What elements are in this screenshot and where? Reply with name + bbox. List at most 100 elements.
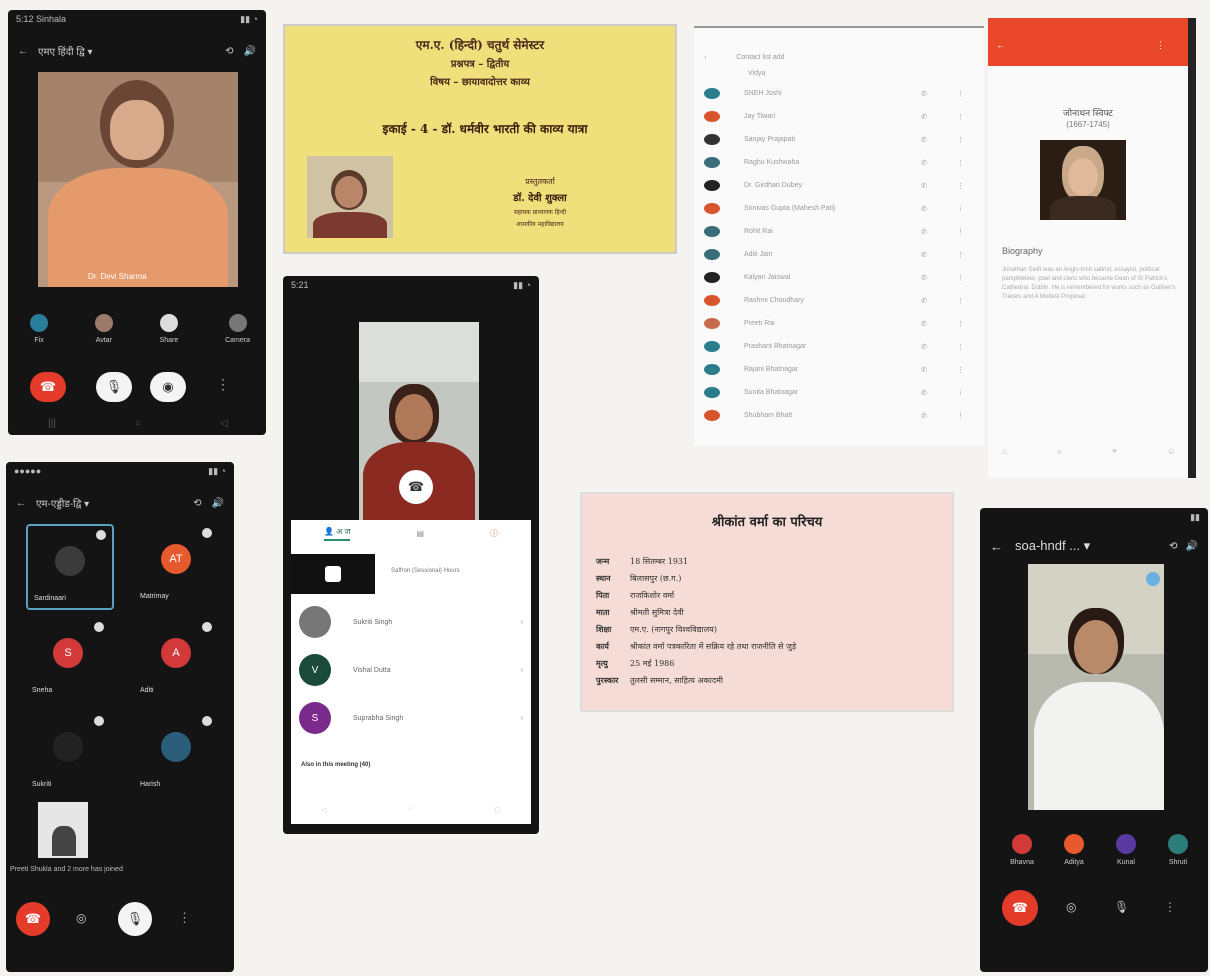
more-icon[interactable]: ⋮ [957, 136, 964, 144]
video-toggle-icon[interactable]: ◎ [1066, 900, 1076, 914]
video-toggle-button[interactable]: ◉ [150, 372, 186, 402]
switch-camera-icon[interactable]: ⟲ [1169, 541, 1177, 552]
contact-row[interactable]: Raghu Kushwaha ✆ ⋮ [704, 157, 964, 168]
contact-row[interactable]: Preeti Rai ✆ ⋮ [704, 318, 964, 329]
contact-row[interactable]: Kalyan Jaiswal ✆ ⋮ [704, 272, 964, 283]
back-arrow-icon[interactable]: ← [16, 498, 26, 509]
gallery-tile[interactable]: Harish [134, 712, 218, 794]
tab-info-icon[interactable]: ⓘ [490, 528, 498, 539]
more-icon[interactable]: ⋮ [957, 412, 964, 420]
more-options-icon[interactable]: ⋮ [178, 910, 191, 926]
nav-back-icon[interactable]: ◁ [321, 806, 326, 814]
more-icon[interactable]: ⋮ [957, 205, 964, 213]
contact-row[interactable]: Rajani Bhatnagar ✆ ⋮ [704, 364, 964, 375]
nav-recent-icon[interactable]: ▢ [494, 806, 501, 814]
nav-search-icon[interactable]: ⌕ [1057, 446, 1062, 457]
pin-icon[interactable] [1146, 572, 1160, 586]
call-icon[interactable]: ✆ [921, 412, 927, 420]
more-icon[interactable]: ⋮ [957, 274, 964, 282]
call-icon[interactable]: ✆ [921, 182, 927, 190]
contact-row[interactable]: Shubham Bhatt ✆ ⋮ [704, 410, 964, 421]
more-icon[interactable]: ⋮ [957, 90, 964, 98]
tray-item[interactable]: Aditya [1052, 834, 1096, 866]
call-icon[interactable]: ✆ [921, 251, 927, 259]
tray-item[interactable]: Share [160, 314, 178, 348]
switch-camera-icon[interactable]: ⟲ [193, 498, 201, 509]
more-icon[interactable]: ⋮ [957, 182, 964, 190]
more-options-icon[interactable]: ⋮ [216, 376, 230, 393]
call-icon[interactable]: ✆ [921, 113, 927, 121]
tray-item[interactable]: Shruti [1156, 834, 1200, 866]
mute-button[interactable]: 🎙 [96, 372, 132, 402]
speaker-icon[interactable]: 🔊 [212, 498, 224, 509]
contact-row[interactable]: Sunita Bhatnagar ✆ ⋮ [704, 387, 964, 398]
back-arrow-icon[interactable]: ← [990, 539, 1003, 554]
more-icon[interactable]: ⋮ [957, 320, 964, 328]
mute-button[interactable]: 🎙 [118, 902, 152, 936]
gallery-tile[interactable]: Sardinaari [26, 524, 114, 610]
more-icon[interactable]: ⋮ [957, 343, 964, 351]
participant-row[interactable]: Sukriti Singh › [299, 602, 523, 642]
nav-bookmark-icon[interactable]: ⌖ [1112, 446, 1117, 457]
back-arrow-icon[interactable]: ← [996, 40, 1005, 50]
nav-home-icon[interactable]: ○ [408, 806, 412, 814]
switch-camera-icon[interactable]: ⟲ [225, 46, 233, 57]
call-icon[interactable]: ✆ [921, 320, 927, 328]
nav-back-icon[interactable]: ◁ [220, 418, 228, 429]
end-call-button[interactable]: ☎ [16, 902, 50, 936]
speaker-icon[interactable]: 🔊 [1186, 541, 1198, 552]
contact-row[interactable]: Aditi Jain ✆ ⋮ [704, 249, 964, 260]
more-icon[interactable]: ⋮ [957, 297, 964, 305]
nav-profile-icon[interactable]: ☺ [1167, 446, 1176, 457]
contact-row[interactable]: Sanjay Prajapati ✆ ⋮ [704, 134, 964, 145]
more-options-icon[interactable]: ⋮ [1164, 900, 1176, 914]
back-arrow-icon[interactable]: › [704, 54, 706, 61]
tray-item[interactable]: Bhavna [1000, 834, 1044, 866]
back-arrow-icon[interactable]: ← [18, 46, 28, 57]
call-icon[interactable]: ✆ [921, 389, 927, 397]
chevron-right-icon[interactable]: › [521, 619, 523, 626]
call-icon[interactable]: ✆ [921, 366, 927, 374]
call-icon[interactable]: ✆ [921, 343, 927, 351]
call-icon[interactable]: ✆ [921, 205, 927, 213]
video-toggle-icon[interactable]: ◎ [76, 911, 86, 925]
more-icon[interactable]: ⋮ [957, 366, 964, 374]
tray-item[interactable]: Avtar [94, 314, 113, 348]
tab-people[interactable]: 👤 अ ज [323, 526, 351, 541]
share-icon[interactable]: ⋮ [1156, 40, 1165, 51]
tray-item[interactable]: Kunal [1104, 834, 1148, 866]
contact-row[interactable]: Dr. Girdhari Dubey ✆ ⋮ [704, 180, 964, 191]
call-icon[interactable]: ✆ [921, 136, 927, 144]
call-icon[interactable]: ✆ [921, 228, 927, 236]
tab-chat-icon[interactable]: ▤ [416, 529, 424, 538]
nav-home-icon[interactable]: ○ [135, 418, 141, 429]
participant-row[interactable]: S Suprabha Singh › [299, 698, 523, 738]
contact-row[interactable]: Rohit Rai ✆ ⋮ [704, 226, 964, 237]
tray-item[interactable]: Fix [30, 314, 48, 348]
call-icon[interactable]: ✆ [921, 297, 927, 305]
speaker-icon[interactable]: 🔊 [244, 46, 256, 57]
meeting-title[interactable]: soa-hndf ... ▾ [1015, 538, 1169, 554]
meeting-title[interactable]: एमए हिंदी द्वि ▾ [38, 44, 225, 58]
chevron-right-icon[interactable]: › [521, 667, 523, 674]
call-icon[interactable]: ✆ [921, 274, 927, 282]
more-icon[interactable]: ⋮ [957, 113, 964, 121]
end-call-button[interactable]: ☎ [30, 372, 66, 402]
call-icon[interactable]: ✆ [921, 159, 927, 167]
more-icon[interactable]: ⋮ [957, 389, 964, 397]
end-call-button[interactable]: ☎ [399, 470, 433, 504]
more-icon[interactable]: ⋮ [957, 251, 964, 259]
host-row[interactable]: Saffron (Sessional) Hours [291, 554, 531, 594]
tray-item[interactable]: Camera [225, 314, 250, 348]
gallery-tile[interactable]: A Aditi [134, 618, 218, 700]
gallery-tile[interactable]: S Sneha [26, 618, 110, 700]
contact-row[interactable]: Srinivas Gupta (Mahesh Pati) ✆ ⋮ [704, 203, 964, 214]
contact-row[interactable]: Jay Tiwari ✆ ⋮ [704, 111, 964, 122]
participant-row[interactable]: V Vishal Dutta › [299, 650, 523, 690]
contact-row[interactable]: SNEH Joshi ✆ ⋮ [704, 88, 964, 99]
chevron-right-icon[interactable]: › [521, 715, 523, 722]
more-icon[interactable]: ⋮ [957, 159, 964, 167]
gallery-tile[interactable]: AT Matrimay [134, 524, 218, 606]
contact-row[interactable]: Rashmi Choudhary ✆ ⋮ [704, 295, 964, 306]
gallery-tile[interactable]: Sukriti [26, 712, 110, 794]
